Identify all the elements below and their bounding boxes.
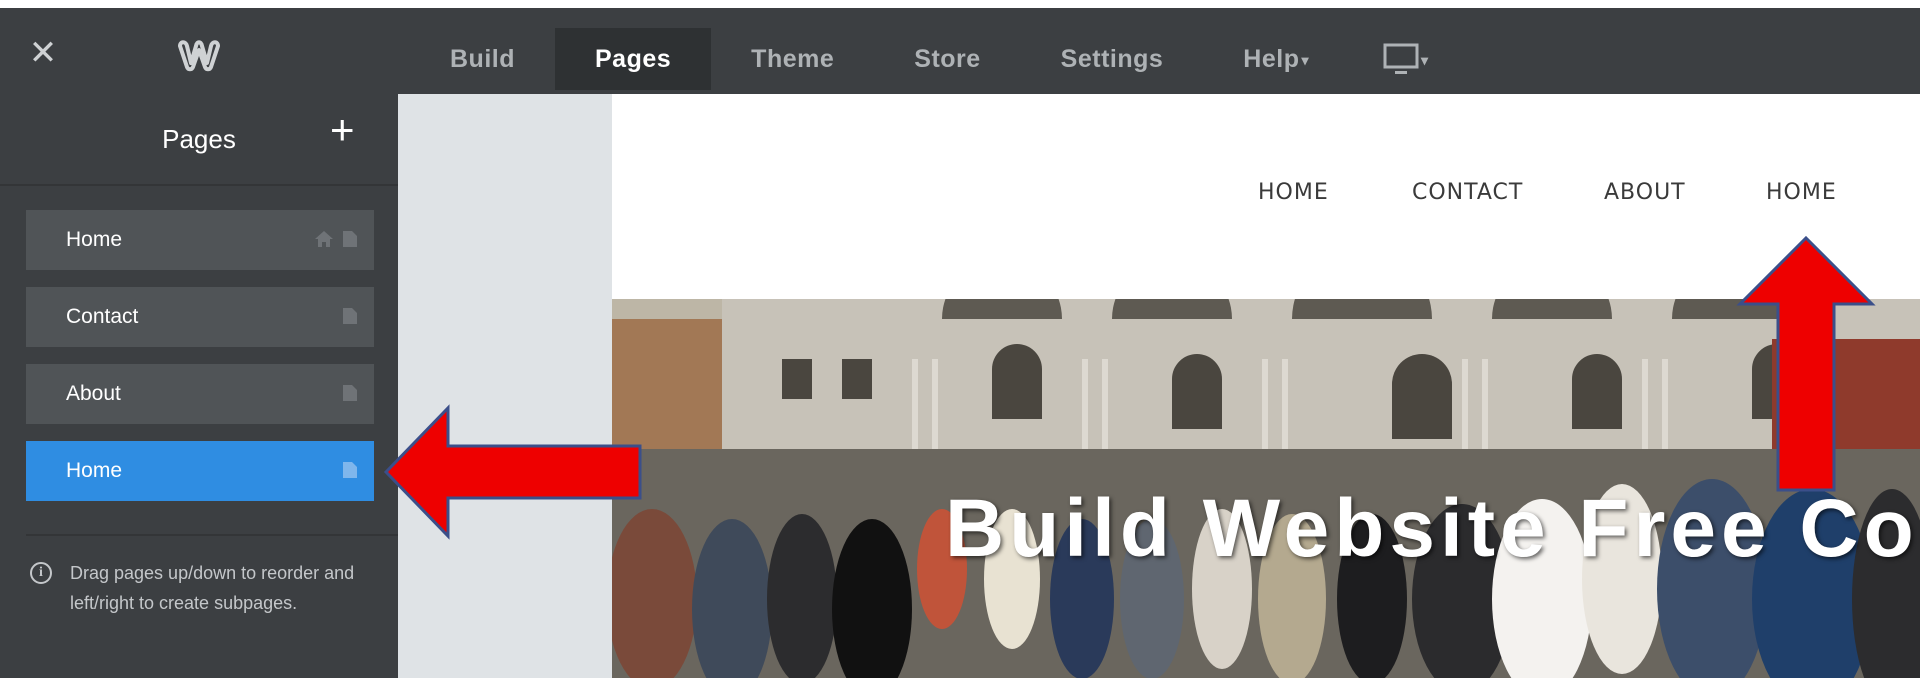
red-arrow-left-annotation	[383, 404, 642, 540]
hint-text: Drag pages up/down to reorder and left/r…	[70, 563, 355, 613]
plus-icon[interactable]: +	[330, 109, 355, 151]
chevron-down-icon: ▾	[1421, 52, 1429, 69]
page-item-icons	[342, 307, 358, 325]
page-item-contact[interactable]: Contact	[26, 287, 374, 347]
page-icon	[343, 462, 357, 478]
site-nav-home[interactable]: HOME	[1258, 180, 1329, 205]
page-item-label: Home	[66, 228, 123, 251]
site-nav-about[interactable]: ABOUT	[1604, 180, 1686, 205]
home-icon	[315, 231, 333, 247]
tab-store[interactable]: Store	[874, 28, 1020, 90]
page-item-icons	[314, 230, 358, 248]
page-item-home-selected[interactable]: Home	[26, 441, 374, 501]
site-nav-home-2[interactable]: HOME	[1766, 180, 1837, 205]
page-item-about[interactable]: About	[26, 364, 374, 424]
site-nav: HOME CONTACT ABOUT HOME	[612, 180, 1920, 210]
page-item-label: Contact	[66, 305, 139, 328]
pages-sidebar: Pages + Home Contact About Home i Drag p…	[0, 94, 398, 678]
sidebar-header: Pages +	[0, 94, 398, 186]
info-icon: i	[30, 562, 52, 584]
editor-nav: Build Pages Theme Store Settings Help ▾ ▾	[410, 16, 1469, 102]
tab-help-label: Help	[1243, 45, 1300, 73]
tab-pages[interactable]: Pages	[555, 28, 712, 90]
weebly-logo-icon[interactable]	[176, 38, 222, 77]
editor-topbar: ✕ Build Pages Theme Store Settings Help ▾…	[0, 8, 1920, 94]
page-icon	[343, 308, 357, 324]
sidebar-hint: i Drag pages up/down to reorder and left…	[30, 558, 380, 618]
page-list: Home Contact About Home	[26, 210, 374, 518]
page-item-icons	[342, 384, 358, 402]
desktop-icon	[1383, 43, 1419, 75]
tab-help[interactable]: Help ▾	[1203, 28, 1319, 90]
hero-banner: Build Website Free Co	[612, 299, 1920, 678]
tab-theme[interactable]: Theme	[711, 28, 874, 90]
page-item-label: About	[66, 382, 121, 405]
page-icon	[343, 231, 357, 247]
device-switcher[interactable]: ▾	[1319, 28, 1469, 90]
red-arrow-up-annotation	[1736, 235, 1876, 492]
close-icon[interactable]: ✕	[28, 36, 58, 70]
sidebar-divider	[26, 534, 398, 536]
hero-headline: Build Website Free Co	[945, 483, 1919, 574]
top-strip	[0, 0, 1920, 8]
site-preview: HOME CONTACT ABOUT HOME Build Website Fr…	[612, 94, 1920, 678]
site-nav-contact[interactable]: CONTACT	[1412, 180, 1523, 205]
page-item-home[interactable]: Home	[26, 210, 374, 270]
tab-build[interactable]: Build	[410, 28, 555, 90]
tab-settings[interactable]: Settings	[1021, 28, 1204, 90]
page-item-icons	[342, 461, 358, 479]
chevron-down-icon: ▾	[1301, 52, 1310, 69]
page-item-label: Home	[66, 459, 123, 482]
page-icon	[343, 385, 357, 401]
